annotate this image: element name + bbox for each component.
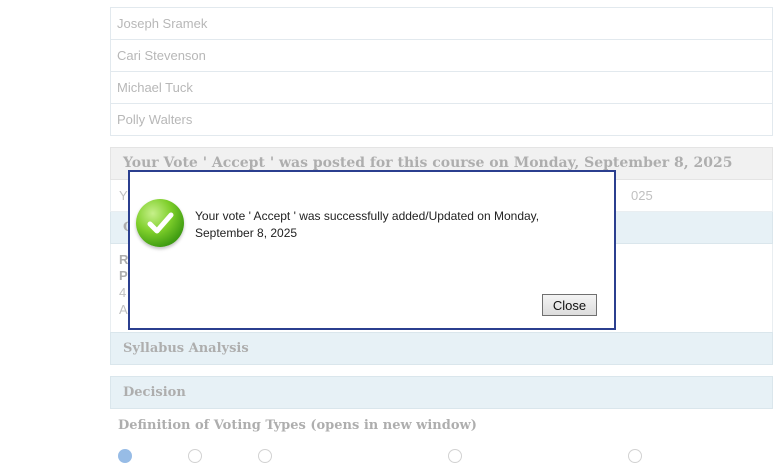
committee-member-list: Joseph Sramek Cari Stevenson Michael Tuc… bbox=[110, 7, 773, 136]
vote-radio[interactable] bbox=[628, 449, 642, 463]
syllabus-section: Syllabus Analysis bbox=[110, 332, 773, 365]
success-message: Your vote ' Accept ' was successfully ad… bbox=[195, 209, 540, 240]
syllabus-analysis-header[interactable]: Syllabus Analysis bbox=[110, 332, 773, 365]
vote-radio[interactable] bbox=[448, 449, 462, 463]
success-dialog: Your vote ' Accept ' was successfully ad… bbox=[128, 170, 616, 330]
voting-types-link[interactable]: Definition of Voting Types (opens in new… bbox=[110, 411, 773, 441]
vote-radio[interactable] bbox=[118, 449, 132, 463]
close-button[interactable]: Close bbox=[542, 294, 597, 316]
vote-radio-group bbox=[118, 449, 773, 463]
success-check-icon bbox=[136, 199, 184, 247]
list-item: Cari Stevenson bbox=[110, 40, 773, 72]
vote-radio[interactable] bbox=[188, 449, 202, 463]
vote-detail-prefix: Y bbox=[119, 188, 128, 203]
info-label-r: R bbox=[119, 252, 129, 267]
decision-header[interactable]: Decision bbox=[110, 376, 773, 409]
decision-section: Decision Definition of Voting Types (ope… bbox=[110, 376, 773, 463]
list-item: Michael Tuck bbox=[110, 72, 773, 104]
list-item: Polly Walters bbox=[110, 104, 773, 136]
info-line-4: 4 bbox=[119, 285, 127, 300]
vote-radio[interactable] bbox=[258, 449, 272, 463]
info-line-a: A bbox=[119, 302, 128, 317]
list-item: Joseph Sramek bbox=[110, 7, 773, 40]
vote-detail-suffix: 025 bbox=[631, 188, 653, 203]
info-label-p: P bbox=[119, 268, 128, 283]
left-gutter bbox=[0, 0, 110, 457]
